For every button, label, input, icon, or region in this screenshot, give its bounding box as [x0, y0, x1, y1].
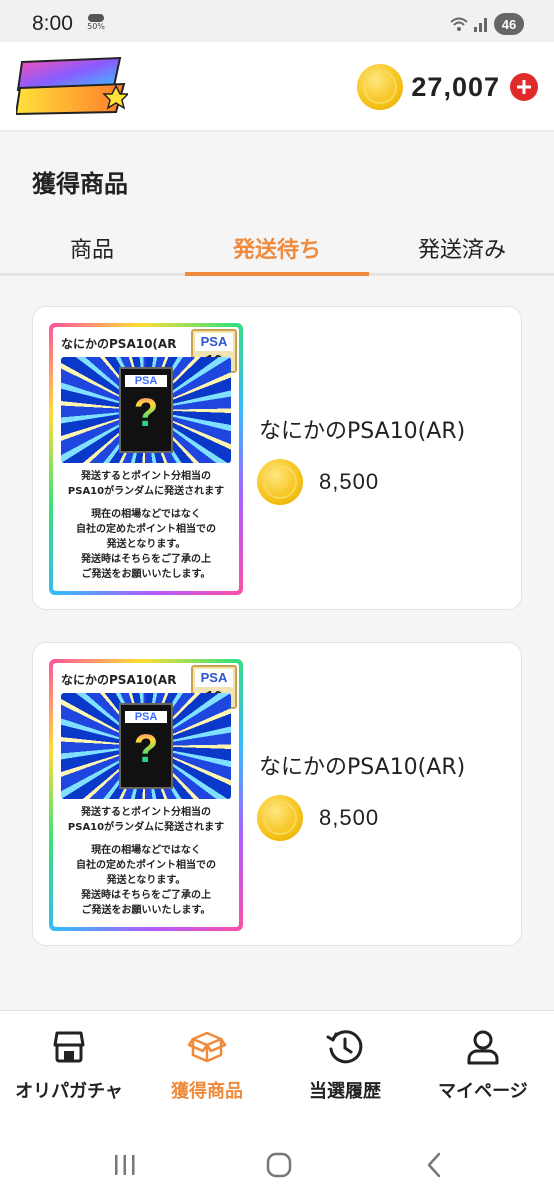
- nav-win-history[interactable]: 当選履歴: [276, 1027, 414, 1103]
- bottom-nav: オリパガチャ 獲得商品 当選履歴 マイページ: [0, 1010, 554, 1128]
- tab-bar: 商品 発送待ち 発送済み: [0, 222, 554, 276]
- price-value: 8,500: [319, 805, 380, 830]
- nav-my-page[interactable]: マイページ: [414, 1027, 552, 1103]
- history-icon: [326, 1030, 363, 1064]
- nav-oripa-gacha[interactable]: オリパガチャ: [0, 1027, 138, 1103]
- tab-products[interactable]: 商品: [0, 232, 184, 264]
- product-price: 8,500: [257, 795, 379, 841]
- app-header: 27,007: [0, 42, 554, 132]
- image-title: なにかのPSA10(AR: [61, 337, 177, 351]
- product-name: なにかのPSA10(AR): [259, 419, 466, 444]
- image-notice: 発送するとポイント分相当の PSA10がランダムに発送されます 現在の相場などで…: [67, 807, 225, 916]
- home-icon[interactable]: [264, 1150, 294, 1180]
- weather-icon: 50%: [86, 14, 106, 36]
- product-image: なにかのPSA10(AR PSA 10 PSA ? 発送するとポイント分相当の …: [49, 323, 243, 595]
- coin-icon: [257, 795, 303, 841]
- question-mark-icon: ?: [121, 723, 171, 775]
- battery-indicator: 46: [494, 13, 524, 35]
- store-icon: [53, 1031, 85, 1063]
- app-logo[interactable]: [16, 56, 128, 116]
- signal-icon: [474, 18, 487, 32]
- coin-icon: [357, 64, 404, 110]
- product-image: なにかのPSA10(AR PSA 10 PSA ? 発送するとポイント分相当の …: [49, 659, 243, 931]
- product-name: なにかのPSA10(AR): [259, 755, 466, 780]
- mystery-card: PSA ?: [119, 367, 173, 453]
- burst-background: PSA ?: [61, 357, 231, 463]
- mystery-card: PSA ?: [119, 703, 173, 789]
- image-title: なにかのPSA10(AR: [61, 673, 177, 687]
- product-card[interactable]: なにかのPSA10(AR PSA 10 PSA ? 発送するとポイント分相当の …: [32, 306, 522, 610]
- image-notice: 発送するとポイント分相当の PSA10がランダムに発送されます 現在の相場などで…: [67, 471, 225, 580]
- user-icon: [467, 1030, 499, 1065]
- product-card[interactable]: なにかのPSA10(AR PSA 10 PSA ? 発送するとポイント分相当の …: [32, 642, 522, 946]
- tab-awaiting-shipment[interactable]: 発送待ち: [185, 232, 369, 264]
- add-points-button[interactable]: [510, 73, 538, 101]
- weather-percent: 50%: [87, 22, 105, 31]
- coin-icon: [257, 459, 303, 505]
- points-value: 27,007: [411, 71, 500, 102]
- status-bar: 8:00 50% 46: [0, 0, 554, 42]
- wifi-icon: [450, 17, 468, 31]
- active-tab-indicator: [185, 272, 369, 276]
- box-icon: [187, 1031, 227, 1063]
- nav-acquired-items[interactable]: 獲得商品: [138, 1027, 276, 1103]
- tab-shipped[interactable]: 発送済み: [370, 232, 554, 264]
- price-value: 8,500: [319, 469, 380, 494]
- burst-background: PSA ?: [61, 693, 231, 799]
- system-nav-bar: [0, 1128, 554, 1200]
- product-price: 8,500: [257, 459, 379, 505]
- recent-apps-icon[interactable]: [110, 1150, 140, 1180]
- status-time: 8:00: [32, 12, 73, 35]
- points-balance: 27,007: [357, 64, 538, 110]
- question-mark-icon: ?: [121, 387, 171, 439]
- back-icon[interactable]: [420, 1150, 450, 1180]
- page-title: 獲得商品: [32, 170, 128, 198]
